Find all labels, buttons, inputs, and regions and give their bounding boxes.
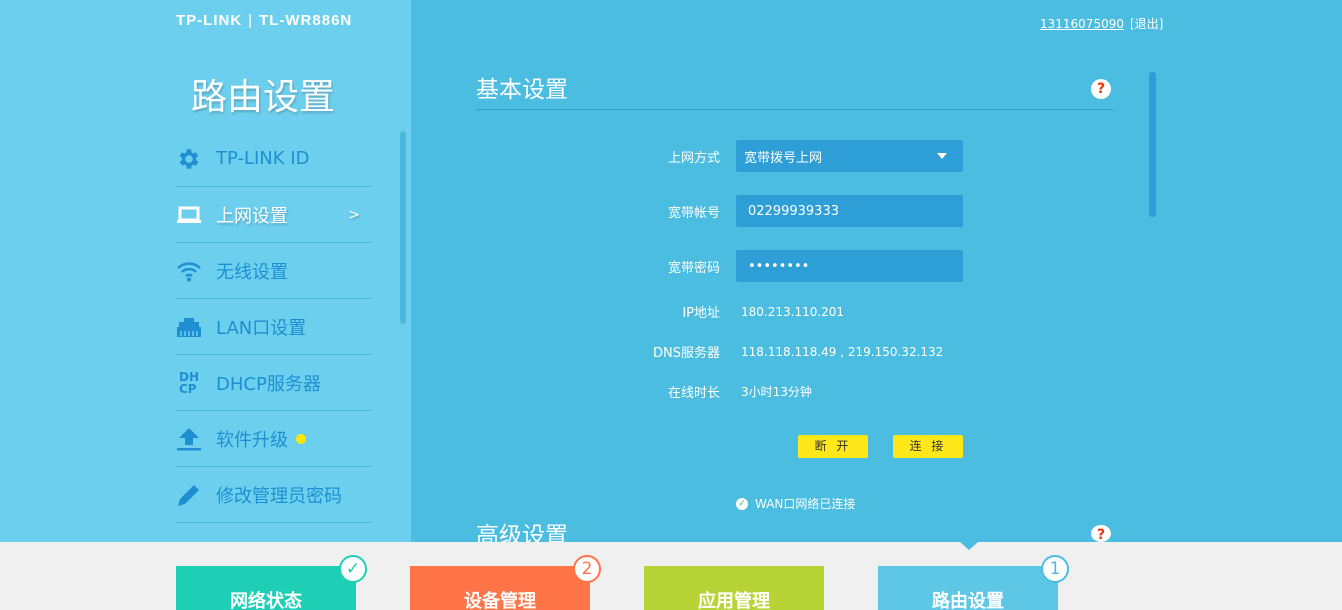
field-label: DNS服务器 — [653, 346, 720, 361]
brand-logo: TP-LINK — [176, 12, 243, 29]
field-label: 宽带密码 — [667, 260, 720, 276]
sidebar-item-internet[interactable]: 上网设置 > — [176, 187, 372, 243]
conn-type-select[interactable]: 宽带拨号上网 — [736, 140, 963, 172]
help-icon[interactable]: ? — [1091, 525, 1111, 542]
sidebar-item-upgrade[interactable]: 软件升级 — [176, 411, 372, 467]
lan-port-icon — [176, 314, 202, 340]
sidebar-item-label: 修改管理员密码 — [216, 485, 342, 507]
section-title: 高级设置 — [476, 523, 568, 542]
field-label: 上网方式 — [667, 150, 720, 166]
advanced-settings-title: 高级设置 — [476, 516, 1113, 542]
conn-type-row: 上网方式 宽带拨号上网 — [560, 140, 963, 172]
tab-device-management[interactable]: 设备管理 — [410, 566, 590, 610]
basic-settings-title: 基本设置 — [476, 70, 1113, 110]
password-row: 宽带密码 •••••••• — [560, 250, 963, 282]
field-label: IP地址 — [682, 306, 720, 321]
disconnect-button[interactable]: 断 开 — [798, 435, 868, 458]
laptop-icon — [176, 202, 202, 228]
field-label: 在线时长 — [667, 386, 720, 401]
password-input[interactable]: •••••••• — [736, 250, 963, 282]
update-dot — [296, 433, 306, 444]
tab-router-settings[interactable]: 路由设置 — [878, 566, 1058, 610]
check-icon: ✓ — [736, 497, 748, 510]
user-area: 13116075090 [退出] — [1040, 15, 1163, 32]
logo: TP-LINK | TL-WR886N — [176, 12, 353, 29]
sidebar-item-label: DHCP服务器 — [216, 373, 321, 395]
status-text: WAN口网络已连接 — [755, 497, 856, 511]
sidebar-item-dhcp[interactable]: DH CP DHCP服务器 — [176, 355, 372, 411]
active-tab-pointer — [960, 542, 978, 550]
wan-status: ✓ WAN口网络已连接 — [736, 495, 855, 512]
account-link[interactable]: 13116075090 — [1040, 17, 1124, 31]
logout-link[interactable]: [退出] — [1130, 17, 1163, 31]
select-value: 宽带拨号上网 — [744, 150, 823, 166]
gear-icon — [176, 146, 202, 172]
connect-button[interactable]: 连 接 — [893, 435, 963, 458]
pencil-icon — [176, 482, 202, 508]
tab-app-management[interactable]: 应用管理 — [644, 566, 824, 610]
account-input[interactable]: 02299939333 — [736, 195, 963, 227]
model-name: TL-WR886N — [259, 12, 353, 29]
field-label: 宽带帐号 — [667, 205, 720, 221]
sidebar-item-label: LAN口设置 — [216, 317, 307, 339]
ip-row: IP地址 180.213.110.201 — [560, 302, 845, 322]
sidebar-menu: TP-LINK ID 上网设置 > 无线设置 LAN口设置 DH CP DHCP服务器… — [176, 131, 372, 523]
account-row: 宽带帐号 02299939333 — [560, 195, 963, 227]
sidebar-item-tplink-id[interactable]: TP-LINK ID — [176, 131, 372, 187]
sidebar-title: 路由设置 — [191, 77, 336, 118]
sidebar-item-label: 上网设置 — [216, 205, 288, 227]
dns-row: DNS服务器 118.118.118.49 , 219.150.32.132 — [560, 342, 944, 362]
chevron-right-icon: > — [348, 206, 360, 223]
help-icon[interactable]: ? — [1091, 79, 1111, 99]
sidebar-item-lan[interactable]: LAN口设置 — [176, 299, 372, 355]
caret-down-icon — [937, 153, 947, 159]
uptime-value: 3小时13分钟 — [741, 385, 812, 399]
dns-value: 118.118.118.49 , 219.150.32.132 — [741, 344, 944, 359]
main-scrollbar[interactable] — [1149, 72, 1156, 217]
tab-network-status[interactable]: 网络状态 — [176, 566, 356, 610]
sidebar-item-label: 软件升级 — [216, 429, 288, 451]
check-badge-icon: ✓ — [339, 555, 367, 583]
dhcp-icon: DH CP — [178, 369, 199, 396]
section-title: 基本设置 — [476, 77, 568, 103]
sidebar-scrollbar[interactable] — [400, 131, 406, 324]
count-badge: 2 — [573, 555, 601, 583]
sidebar-item-password[interactable]: 修改管理员密码 — [176, 467, 372, 523]
wifi-icon — [176, 258, 202, 284]
sidebar-item-wireless[interactable]: 无线设置 — [176, 243, 372, 299]
upload-icon — [176, 426, 202, 452]
sidebar-item-label: 无线设置 — [216, 261, 288, 283]
count-badge: 1 — [1041, 555, 1069, 583]
ip-value: 180.213.110.201 — [741, 304, 845, 319]
sidebar-item-label: TP-LINK ID — [216, 148, 310, 169]
uptime-row: 在线时长 3小时13分钟 — [560, 382, 812, 401]
